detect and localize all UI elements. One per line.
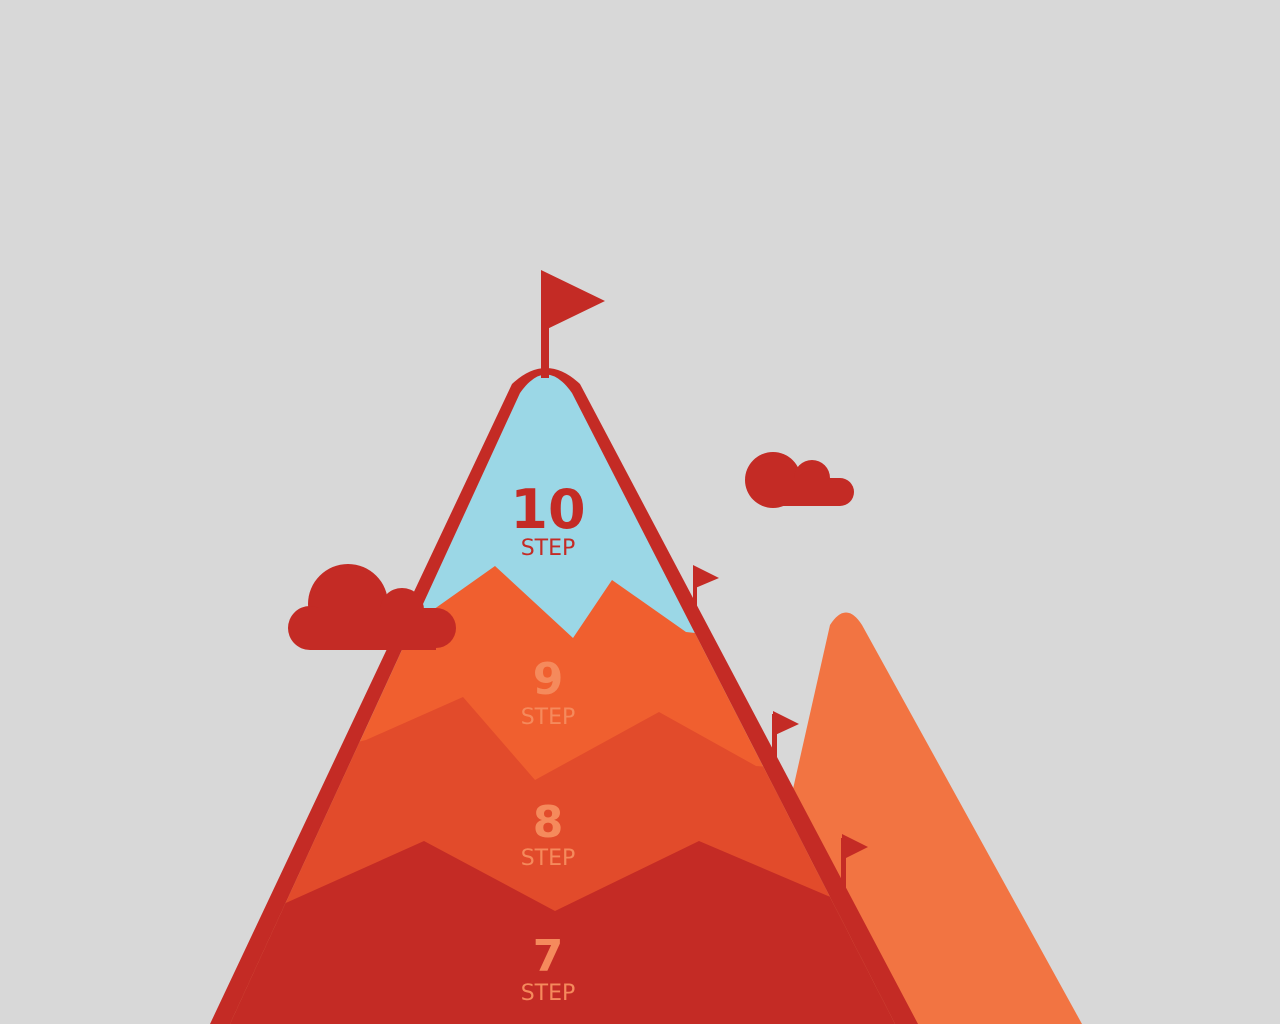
step-number: 7 xyxy=(533,931,564,982)
step-label: STEP xyxy=(521,981,576,1006)
flag-icon xyxy=(772,711,799,762)
step-number: 9 xyxy=(533,654,564,705)
step-number: 10 xyxy=(510,478,585,541)
step-10: 10 STEP xyxy=(510,478,585,561)
step-label: STEP xyxy=(521,536,576,561)
step-number: 8 xyxy=(533,797,564,848)
flag-icon xyxy=(541,270,605,378)
cloud-icon xyxy=(745,452,854,508)
step-label: STEP xyxy=(521,705,576,730)
step-label: STEP xyxy=(521,846,576,871)
flag-icon xyxy=(693,565,719,616)
mountain-steps-diagram: 10 STEP 9 STEP 8 STEP 7 STEP xyxy=(210,270,1082,1024)
